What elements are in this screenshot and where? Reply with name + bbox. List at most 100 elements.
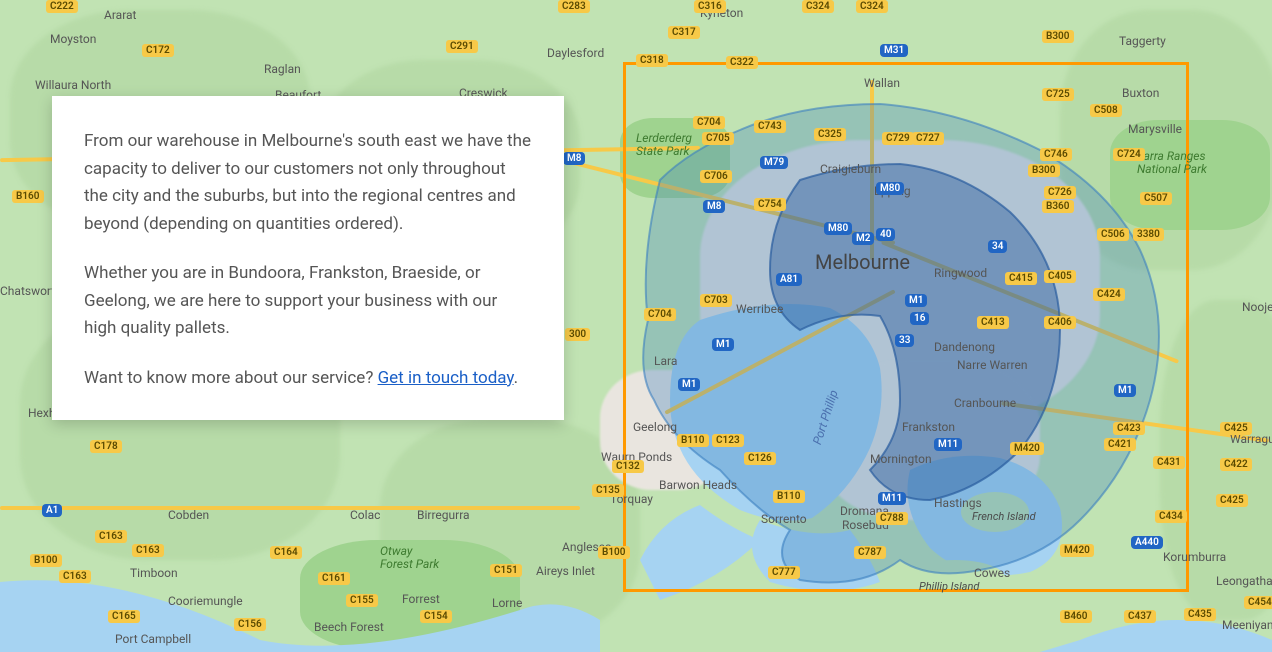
town-label: Narre Warren: [957, 358, 1027, 372]
route-shield: C508: [1090, 104, 1122, 117]
route-shield: C291: [446, 40, 478, 53]
route-shield: A440: [1131, 536, 1163, 549]
route-shield: C424: [1093, 288, 1125, 301]
route-shield: M1: [1114, 384, 1136, 397]
route-shield: C222: [46, 0, 78, 13]
route-shield: C406: [1044, 316, 1076, 329]
town-label: Ararat: [104, 8, 136, 22]
route-shield: 34: [988, 240, 1007, 253]
town-label: Aireys Inlet: [536, 564, 595, 578]
route-shield: B460: [1060, 610, 1092, 623]
route-shield: C155: [346, 594, 378, 607]
town-label: Lara: [654, 354, 677, 368]
route-shield: C425: [1216, 494, 1248, 507]
park-label: Yarra RangesNational Park: [1137, 150, 1207, 176]
route-shield: C322: [726, 56, 758, 69]
route-shield: M80: [876, 182, 904, 195]
route-shield: C435: [1184, 608, 1216, 621]
route-shield: A1: [42, 504, 62, 517]
card-paragraph: Whether you are in Bundoora, Frankston, …: [84, 260, 532, 343]
route-shield: C726: [1044, 186, 1076, 199]
route-shield: B110: [677, 434, 709, 447]
route-shield: C706: [700, 170, 732, 183]
town-label: Cranbourne: [954, 396, 1016, 410]
route-shield: B110: [773, 490, 805, 503]
route-shield: M8: [703, 200, 725, 213]
route-shield: M1: [712, 338, 734, 351]
route-shield: 16: [910, 312, 929, 325]
route-shield: M80: [824, 222, 852, 235]
route-shield: C743: [754, 120, 786, 133]
route-shield: C754: [754, 198, 786, 211]
town-label: Geelong: [633, 420, 677, 434]
route-shield: C132: [612, 460, 644, 473]
route-shield: C164: [270, 546, 302, 559]
route-shield: M2: [852, 232, 874, 245]
card-text: .: [514, 368, 518, 388]
town-label: Lorne: [492, 596, 522, 610]
town-label: Sorrento: [761, 512, 807, 526]
town-label: Beech Forest: [314, 620, 384, 634]
town-label: Cowes: [974, 566, 1010, 580]
route-shield: C163: [95, 530, 127, 543]
route-shield: C725: [1042, 88, 1074, 101]
town-label: Port Campbell: [115, 632, 191, 646]
route-shield: C703: [700, 294, 732, 307]
town-label: Meeniyan: [1222, 618, 1272, 632]
town-label: Taggerty: [1119, 34, 1166, 48]
town-label: Timboon: [130, 566, 178, 580]
route-shield: C161: [318, 572, 350, 585]
route-shield: M11: [934, 438, 962, 451]
route-shield: M1: [905, 294, 927, 307]
town-label: Mornington: [870, 452, 932, 466]
route-shield: C317: [668, 26, 700, 39]
route-shield: M31: [880, 44, 908, 57]
map-canvas[interactable]: Melbourne Port Phillip LerderdergState P…: [0, 0, 1272, 652]
city-label-melbourne: Melbourne: [815, 250, 910, 274]
route-shield: C724: [1113, 148, 1145, 161]
route-shield: C431: [1153, 456, 1185, 469]
card-paragraph: From our warehouse in Melbourne's south …: [84, 128, 532, 238]
route-shield: C126: [744, 452, 776, 465]
route-shield: C405: [1044, 270, 1076, 283]
route-shield: C704: [644, 308, 676, 321]
route-shield: C163: [132, 544, 164, 557]
highway: [0, 506, 580, 510]
contact-link[interactable]: Get in touch today: [378, 368, 514, 388]
route-shield: M79: [760, 156, 788, 169]
town-label: Birregurra: [417, 508, 470, 522]
town-label: Cooriemungle: [168, 594, 243, 608]
route-shield: M420: [1010, 442, 1044, 455]
route-shield: C704: [693, 116, 725, 129]
route-shield: C165: [108, 610, 140, 623]
route-shield: C423: [1113, 422, 1145, 435]
route-shield: C746: [1040, 148, 1072, 161]
route-shield: C324: [802, 0, 834, 13]
route-shield: C788: [876, 512, 908, 525]
route-shield: C135: [592, 484, 624, 497]
route-shield: C283: [558, 0, 590, 13]
route-shield: M11: [878, 492, 906, 505]
route-shield: C415: [1005, 272, 1037, 285]
park-label: OtwayForest Park: [380, 545, 439, 571]
route-shield: C178: [90, 440, 122, 453]
route-shield: C325: [814, 128, 846, 141]
route-shield: B360: [1042, 200, 1074, 213]
town-label: Willaura North: [35, 78, 111, 92]
town-label: Dandenong: [934, 340, 995, 354]
route-shield: C172: [142, 44, 174, 57]
route-shield: B300: [1042, 30, 1074, 43]
town-label: Raglan: [264, 62, 301, 76]
route-shield: M8: [563, 152, 585, 165]
card-text: Want to know more about our service?: [84, 368, 378, 388]
town-label: Phillip Island: [919, 580, 979, 593]
route-shield: C434: [1155, 510, 1187, 523]
route-shield: C154: [420, 610, 452, 623]
route-shield: C151: [490, 564, 522, 577]
route-shield: 40: [876, 228, 895, 241]
town-label: Noojee: [1242, 300, 1272, 314]
route-shield: M1: [678, 378, 700, 391]
park-label: LerderdergState Park: [636, 132, 692, 158]
town-label: Buxton: [1122, 86, 1159, 100]
route-shield: C727: [912, 132, 944, 145]
